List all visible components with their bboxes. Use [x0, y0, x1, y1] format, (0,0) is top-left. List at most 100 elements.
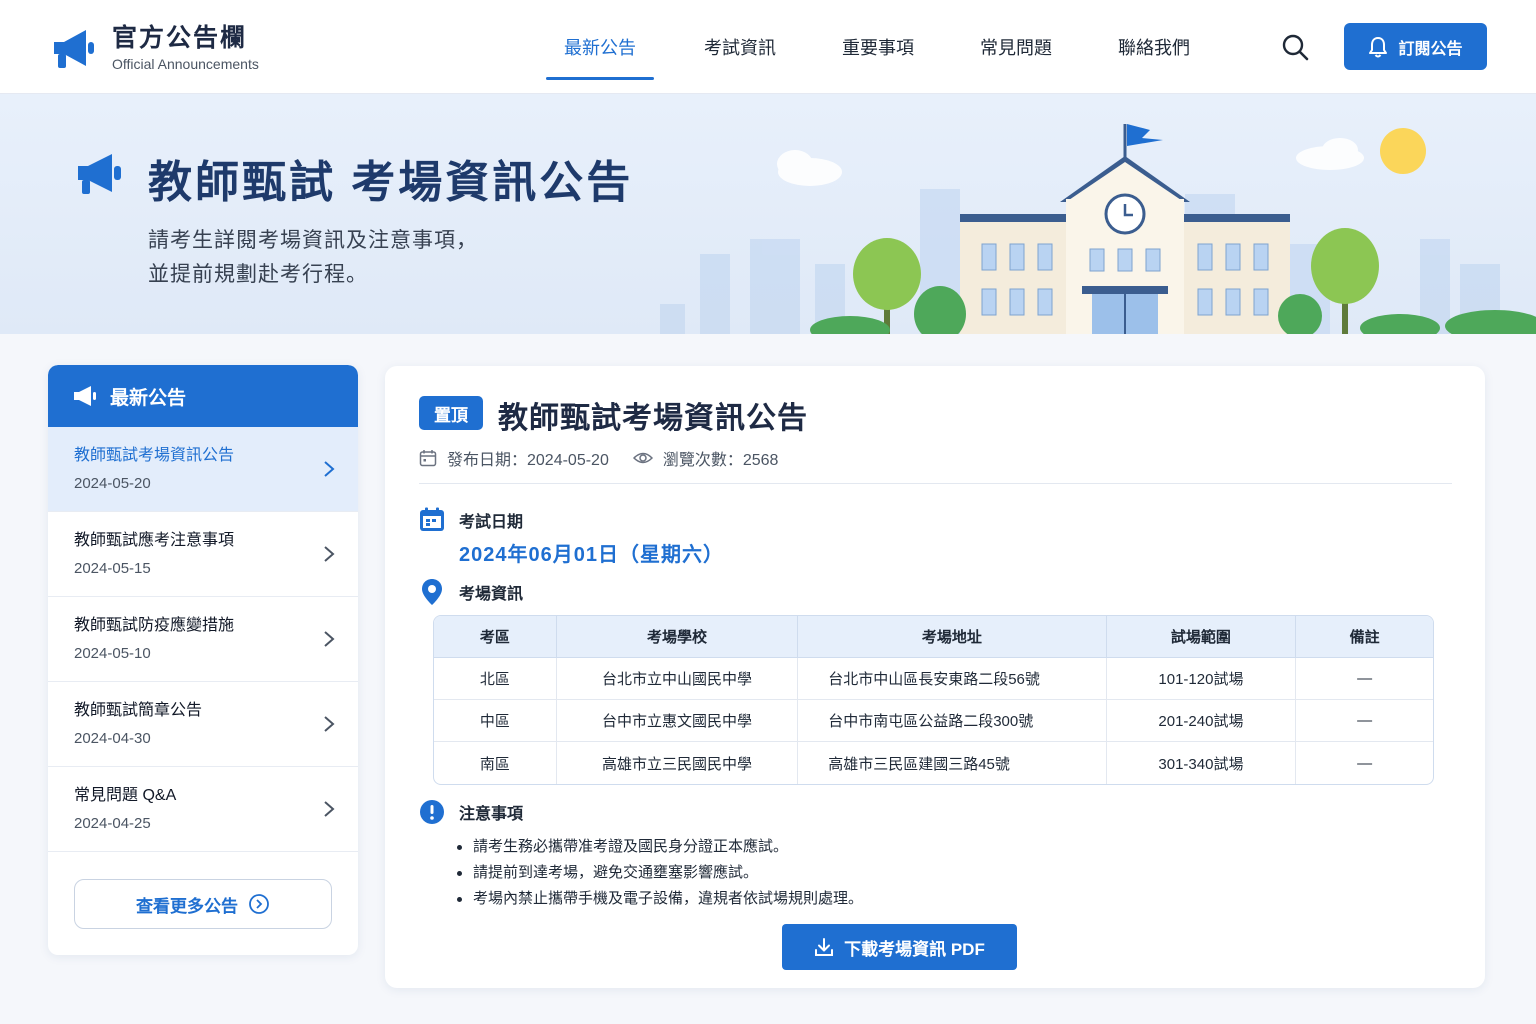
table-row: 北區 台北市立中山國民中學 台北市中山區長安東路二段56號 101-120試場 …	[434, 658, 1433, 700]
bell-icon	[1369, 36, 1388, 57]
table-cell: 南區	[434, 742, 557, 784]
divider	[419, 483, 1452, 484]
sidebar-item-date: 2024-05-15	[74, 560, 151, 577]
nav-faq[interactable]: 常見問題	[930, 0, 1102, 94]
announcement-detail-card: 置頂 教師甄試考場資訊公告 發布日期：2024-05-20 瀏覽次數：2568	[385, 366, 1485, 988]
banner-description: 請考生詳閱考場資訊及注意事項， 並提前規劃赴考行程。	[148, 224, 478, 292]
sidebar-item-date: 2024-04-25	[74, 815, 151, 832]
circle-chevron-right-icon	[249, 894, 269, 914]
chevron-right-icon	[324, 801, 335, 817]
sidebar-heading: 最新公告	[110, 387, 187, 409]
sidebar-item-brochure[interactable]: 教師甄試簡章公告 2024-04-30	[48, 682, 358, 767]
location-pin-icon	[422, 579, 442, 605]
subscribe-label: 訂閱公告	[1398, 40, 1463, 58]
exam-date-value: 2024年06月01日（星期六）	[459, 544, 724, 566]
nav-exam-info[interactable]: 考試資訊	[654, 0, 826, 94]
site-title: 官方公告欄	[112, 24, 248, 52]
table-cell: 台中市南屯區公益路二段300號	[798, 700, 1107, 742]
sidebar-header: 最新公告	[48, 365, 358, 427]
subscribe-button[interactable]: 訂閱公告	[1344, 23, 1487, 70]
top-navigation-bar: 官方公告欄 Official Announcements 最新公告 考試資訊 重…	[0, 0, 1536, 94]
list-item: 請考生務必攜帶准考證及國民身分證正本應試。	[455, 834, 863, 860]
view-count: 瀏覽次數：2568	[662, 452, 779, 469]
article-title: 教師甄試考場資訊公告	[498, 402, 808, 435]
notes-list: 請考生務必攜帶准考證及國民身分證正本應試。 請提前到達考場，避免交通壅塞影響應試…	[455, 834, 863, 912]
download-icon	[815, 938, 834, 956]
venue-heading: 考場資訊	[459, 586, 524, 603]
sidebar-item-epidemic-measures[interactable]: 教師甄試防疫應變措施 2024-05-10	[48, 597, 358, 682]
sidebar-item-faq[interactable]: 常見問題 Q&A 2024-04-25	[48, 767, 358, 852]
sidebar-item-title: 教師甄試簡章公告	[74, 702, 203, 719]
chevron-right-icon	[324, 546, 335, 562]
megaphone-icon	[54, 30, 94, 68]
download-pdf-button[interactable]: 下載考場資訊 PDF	[782, 924, 1017, 970]
view-more-label: 查看更多公告	[136, 896, 238, 916]
notes-heading: 注意事項	[459, 806, 524, 823]
publish-date: 發布日期：2024-05-20	[447, 452, 609, 469]
column-header: 試場範圍	[1106, 616, 1297, 658]
table-cell: 中區	[434, 700, 557, 742]
table-cell: 台北市立中山國民中學	[556, 658, 799, 700]
list-item: 考場內禁止攜帶手機及電子設備，違規者依試場規則處理。	[455, 886, 863, 912]
table-header-row: 考區 考場學校 考場地址 試場範圍 備註	[434, 616, 1433, 658]
school-building-illustration	[660, 124, 1536, 334]
hero-banner: 教師甄試 考場資訊公告 請考生詳閱考場資訊及注意事項， 並提前規劃赴考行程。	[0, 94, 1536, 334]
banner-title: 教師甄試 考場資訊公告	[148, 158, 634, 207]
main-nav: 最新公告 考試資訊 重要事項 常見問題 聯絡我們	[546, 0, 1206, 94]
nav-important-matters[interactable]: 重要事項	[826, 0, 930, 94]
exam-date-heading: 考試日期	[459, 514, 524, 531]
announcement-sidebar: 最新公告 教師甄試考場資訊公告 2024-05-20 教師甄試應考注意事項 20…	[48, 365, 358, 955]
sidebar-item-exam-notes[interactable]: 教師甄試應考注意事項 2024-05-15	[48, 512, 358, 597]
column-header: 考區	[434, 616, 557, 658]
sidebar-item-title: 教師甄試防疫應變措施	[74, 617, 235, 634]
table-cell: —	[1296, 700, 1433, 742]
table-cell: 101-120試場	[1106, 658, 1297, 700]
megaphone-icon	[78, 154, 121, 194]
column-header: 考場學校	[556, 616, 799, 658]
table-cell: 201-240試場	[1106, 700, 1297, 742]
venue-table: 考區 考場學校 考場地址 試場範圍 備註 北區 台北市立中山國民中學 台北市中山…	[433, 615, 1434, 785]
notes-section-heading: 注意事項	[419, 799, 523, 825]
exam-date-section-heading: 考試日期	[419, 507, 523, 533]
sidebar-item-date: 2024-05-10	[74, 645, 151, 662]
sidebar-item-date: 2024-04-30	[74, 730, 151, 747]
eye-icon	[632, 452, 653, 464]
site-logo[interactable]: 官方公告欄 Official Announcements	[48, 22, 259, 74]
sidebar-item-exam-venue-info[interactable]: 教師甄試考場資訊公告 2024-05-20	[48, 427, 358, 512]
table-cell: 北區	[434, 658, 557, 700]
table-cell: 高雄市三民區建國三路45號	[798, 742, 1107, 784]
table-cell: —	[1296, 658, 1433, 700]
banner-desc-line: 並提前規劃赴考行程。	[148, 263, 368, 286]
sidebar-item-title: 教師甄試考場資訊公告	[74, 447, 235, 464]
table-cell: —	[1357, 754, 1373, 772]
search-icon[interactable]	[1280, 32, 1310, 62]
calendar-icon	[420, 507, 444, 531]
site-subtitle: Official Announcements	[112, 56, 259, 72]
nav-contact-us[interactable]: 聯絡我們	[1102, 0, 1206, 94]
exclamation-circle-icon	[420, 800, 444, 824]
sidebar-item-title: 常見問題 Q&A	[74, 787, 177, 804]
table-cell: 台北市中山區長安東路二段56號	[798, 658, 1107, 700]
view-more-announcements-button[interactable]: 查看更多公告	[74, 879, 332, 929]
chevron-right-icon	[324, 461, 335, 477]
column-header: 備註	[1296, 616, 1433, 658]
chevron-right-icon	[324, 631, 335, 647]
megaphone-icon	[74, 386, 96, 406]
table-cell: 高雄市立三民國民中學	[557, 742, 799, 784]
download-label: 下載考場資訊 PDF	[844, 939, 985, 959]
chevron-right-icon	[324, 716, 335, 732]
nav-latest-announcements[interactable]: 最新公告	[546, 0, 654, 94]
sidebar-item-date: 2024-05-20	[74, 475, 151, 492]
column-header: 考場地址	[798, 616, 1107, 658]
table-row: 南區 高雄市立三民國民中學 高雄市三民區建國三路45號 301-340試場 —	[434, 742, 1433, 784]
article-meta: 發布日期：2024-05-20 瀏覽次數：2568	[419, 446, 802, 470]
table-cell: 台中市立惠文國民中學	[556, 700, 799, 742]
sidebar-item-title: 教師甄試應考注意事項	[74, 532, 235, 549]
venue-section-heading: 考場資訊	[419, 578, 523, 606]
banner-desc-line: 請考生詳閱考場資訊及注意事項，	[148, 229, 478, 252]
calendar-icon	[419, 450, 437, 467]
pinned-badge: 置頂	[419, 396, 483, 430]
table-cell: 301-340試場	[1107, 742, 1297, 784]
table-row: 中區 台中市立惠文國民中學 台中市南屯區公益路二段300號 201-240試場 …	[434, 700, 1433, 742]
list-item: 請提前到達考場，避免交通壅塞影響應試。	[455, 860, 863, 886]
